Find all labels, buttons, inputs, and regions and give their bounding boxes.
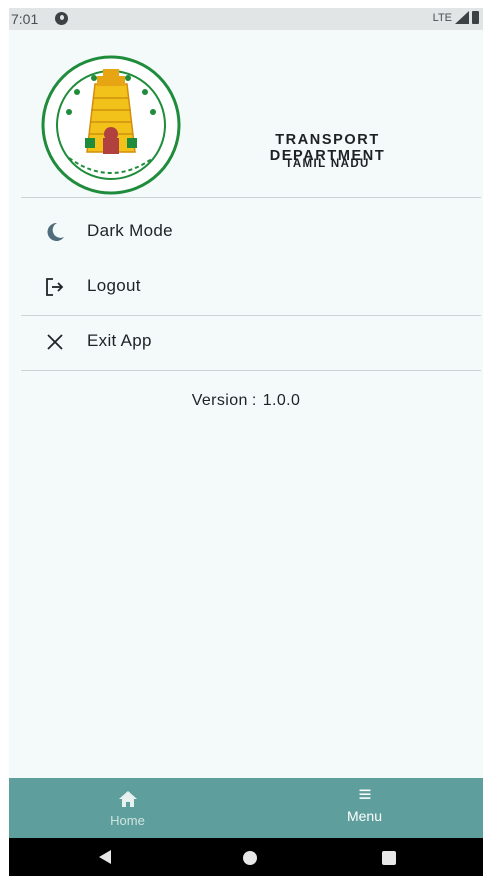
drawer-header: TRANSPORT DEPARTMENT TAMIL NADU	[9, 30, 483, 197]
dark-mode-label: Dark Mode	[87, 221, 173, 240]
app-screen: 7:01 LTE TRANSPORT DEPARTMENT TAMIL NADU…	[9, 8, 483, 876]
department-subtitle: TAMIL NADU	[285, 158, 370, 170]
version-text: Version:1.0.0	[9, 392, 483, 410]
battery-icon	[472, 11, 479, 24]
recent-apps-icon[interactable]	[382, 851, 396, 865]
signal-icon	[455, 11, 469, 24]
status-time: 7:01	[11, 11, 39, 27]
tamil-nadu-emblem	[41, 55, 181, 195]
logout-icon	[46, 278, 64, 296]
logout-label: Logout	[87, 276, 141, 295]
close-icon	[47, 334, 63, 350]
bottom-navigation: Home Menu	[9, 778, 483, 838]
home-icon	[118, 791, 137, 807]
version-separator: :	[251, 392, 257, 409]
home-circle-icon[interactable]	[243, 851, 257, 865]
nav-menu-label: Menu	[346, 808, 383, 824]
nav-home-button[interactable]: Home	[9, 778, 246, 838]
menu-icon	[359, 789, 370, 799]
divider	[21, 370, 481, 371]
status-indicators: LTE	[433, 11, 479, 24]
exit-app-label: Exit App	[87, 331, 152, 350]
status-bar: 7:01 LTE	[9, 8, 483, 30]
version-label: Version	[191, 392, 248, 409]
nav-menu-button[interactable]: Menu	[246, 778, 483, 838]
notification-app-icon	[55, 12, 68, 25]
system-navigation-bar	[9, 838, 483, 876]
divider	[21, 197, 481, 198]
network-type: LTE	[432, 11, 452, 24]
logout-item[interactable]: Logout	[21, 262, 481, 312]
divider	[21, 315, 481, 316]
dark-mode-item[interactable]: Dark Mode	[21, 207, 481, 257]
nav-home-label: Home	[110, 813, 145, 828]
exit-app-item[interactable]: Exit App	[21, 317, 481, 367]
version-value: 1.0.0	[262, 392, 301, 409]
moon-icon	[47, 222, 64, 241]
back-icon[interactable]	[99, 850, 111, 864]
